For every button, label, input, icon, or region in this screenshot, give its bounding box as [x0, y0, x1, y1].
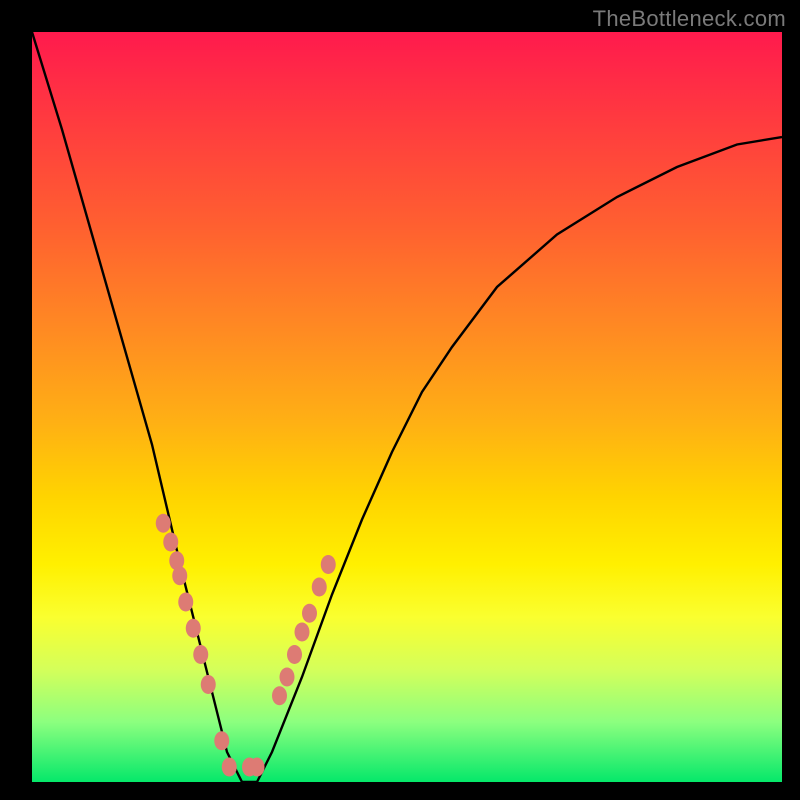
highlight-dot [178, 593, 193, 612]
highlight-dots [156, 514, 336, 777]
highlight-dot [172, 566, 187, 585]
highlight-dot [321, 555, 336, 574]
highlight-dot [163, 533, 178, 552]
highlight-dot [287, 645, 302, 664]
curve-path [32, 32, 782, 782]
highlight-dot [201, 675, 216, 694]
highlight-dot [280, 668, 295, 687]
highlight-dot [222, 758, 237, 777]
highlight-dot [312, 578, 327, 597]
highlight-dot [250, 758, 265, 777]
highlight-dot [295, 623, 310, 642]
highlight-dot [156, 514, 171, 533]
curve-layer [32, 32, 782, 782]
highlight-dot [272, 686, 287, 705]
highlight-dot [193, 645, 208, 664]
watermark-text: TheBottleneck.com [593, 6, 786, 32]
plot-area [32, 32, 782, 782]
highlight-dot [214, 731, 229, 750]
highlight-dot [186, 619, 201, 638]
highlight-dot [302, 604, 317, 623]
bottleneck-curve [32, 32, 782, 782]
chart-frame: TheBottleneck.com [0, 0, 800, 800]
